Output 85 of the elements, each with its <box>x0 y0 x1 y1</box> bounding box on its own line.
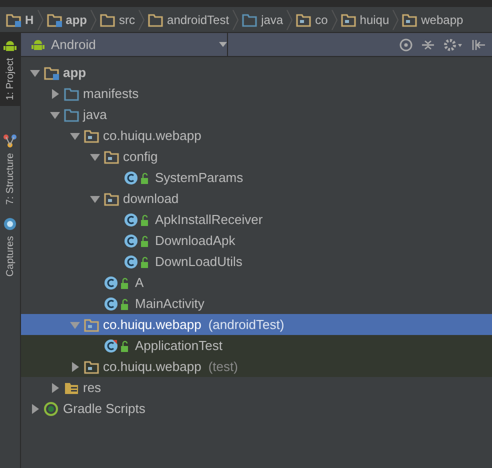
target-icon[interactable] <box>399 38 413 52</box>
folder-icon <box>46 12 63 26</box>
source-set-label: (androidTest) <box>208 317 284 332</box>
chevron-separator-icon <box>36 10 44 30</box>
package-folder-icon <box>84 128 100 142</box>
node-label: SystemParams <box>155 170 244 185</box>
breadcrumb-item[interactable]: androidTest <box>148 12 230 26</box>
gradle-icon <box>44 402 60 416</box>
node-label: MainActivity <box>135 296 204 311</box>
node-label: res <box>83 380 102 395</box>
breadcrumb-item[interactable]: huiqu <box>340 12 390 26</box>
collapse-all-icon[interactable] <box>421 38 435 52</box>
module-folder-icon <box>44 66 60 80</box>
node-label: co.huiqu.webapp <box>103 359 202 374</box>
folder-icon <box>148 12 164 26</box>
folder-icon <box>402 12 418 26</box>
collapsed-arrow-icon[interactable] <box>49 382 61 394</box>
folder-icon <box>296 12 312 26</box>
node-label: co.huiqu.webapp <box>103 317 202 332</box>
tree-row[interactable]: java <box>21 104 492 125</box>
node-label: java <box>83 107 107 122</box>
node-label: app <box>63 65 86 80</box>
settings-icon[interactable] <box>443 38 463 52</box>
tree-row[interactable]: app <box>21 62 492 83</box>
chevron-separator-icon <box>286 10 294 30</box>
node-label: download <box>123 191 179 206</box>
dropdown-caret-icon <box>219 42 227 47</box>
tree-row[interactable]: Gradle Scripts <box>21 398 492 419</box>
folder-icon <box>242 12 258 26</box>
package-folder-icon <box>104 192 120 206</box>
node-label: co.huiqu.webapp <box>103 128 202 143</box>
tree-row[interactable]: ApplicationTest <box>21 335 492 356</box>
breadcrumb-item[interactable]: webapp <box>402 12 464 26</box>
node-label: Gradle Scripts <box>63 401 146 416</box>
tree-row[interactable]: co.huiqu.webapp <box>21 125 492 146</box>
package-folder-icon <box>104 150 120 164</box>
resource-folder-icon <box>64 380 80 394</box>
breadcrumb-item[interactable]: co <box>296 12 328 26</box>
source-set-label: (test) <box>208 359 238 374</box>
tree-row[interactable]: download <box>21 188 492 209</box>
chevron-separator-icon <box>232 10 240 30</box>
tree-row[interactable]: config <box>21 146 492 167</box>
folder-icon <box>340 12 357 26</box>
tree-row[interactable]: SystemParams <box>21 167 492 188</box>
tree-row[interactable]: DownLoadUtils <box>21 251 492 272</box>
node-label: A <box>135 275 144 290</box>
node-label: DownloadApk <box>155 233 236 248</box>
tree-row[interactable]: co.huiqu.webapp (test) <box>21 356 492 377</box>
collapsed-arrow-icon[interactable] <box>69 360 81 372</box>
node-label: ApkInstallReceiver <box>155 212 263 227</box>
tree-row[interactable]: manifests <box>21 83 492 104</box>
chevron-separator-icon <box>138 10 146 30</box>
chevron-separator-icon <box>90 10 98 30</box>
tool-window-tab[interactable]: Captures <box>0 210 20 283</box>
node-label: config <box>123 149 158 164</box>
node-label: ApplicationTest <box>135 338 222 353</box>
android-robot-icon <box>31 38 45 52</box>
tree-row[interactable]: res <box>21 377 492 398</box>
folder-icon <box>64 86 80 100</box>
breadcrumb-item[interactable]: java <box>242 12 284 26</box>
package-folder-icon <box>84 318 100 332</box>
folder-icon <box>64 108 80 122</box>
tool-window-tab[interactable]: 7: Structure <box>0 128 20 211</box>
android-robot-icon <box>3 39 17 53</box>
tree-row[interactable]: DownloadApk <box>21 230 492 251</box>
node-label: manifests <box>83 86 139 101</box>
breadcrumb-item[interactable]: src <box>100 12 136 26</box>
folder-icon <box>100 12 116 26</box>
breadcrumb-item[interactable]: H <box>6 12 34 26</box>
hide-panel-icon[interactable] <box>471 38 486 52</box>
tree-row[interactable]: MainActivity <box>21 293 492 314</box>
tree-row[interactable]: co.huiqu.webapp (androidTest) <box>21 314 492 335</box>
structure-icon <box>3 134 17 148</box>
node-label: DownLoadUtils <box>155 254 242 269</box>
folder-icon <box>6 12 22 26</box>
camera-icon <box>3 216 17 231</box>
chevron-separator-icon <box>392 10 400 30</box>
collapsed-arrow-icon[interactable] <box>49 88 61 100</box>
tree-row[interactable]: A <box>21 272 492 293</box>
collapsed-arrow-icon[interactable] <box>29 402 41 414</box>
chevron-separator-icon <box>330 10 338 30</box>
package-folder-icon <box>84 360 100 374</box>
breadcrumb-item[interactable]: app <box>46 12 88 26</box>
tool-window-tab[interactable]: 1: Project <box>0 33 20 106</box>
tree-row[interactable]: ApkInstallReceiver <box>21 209 492 230</box>
